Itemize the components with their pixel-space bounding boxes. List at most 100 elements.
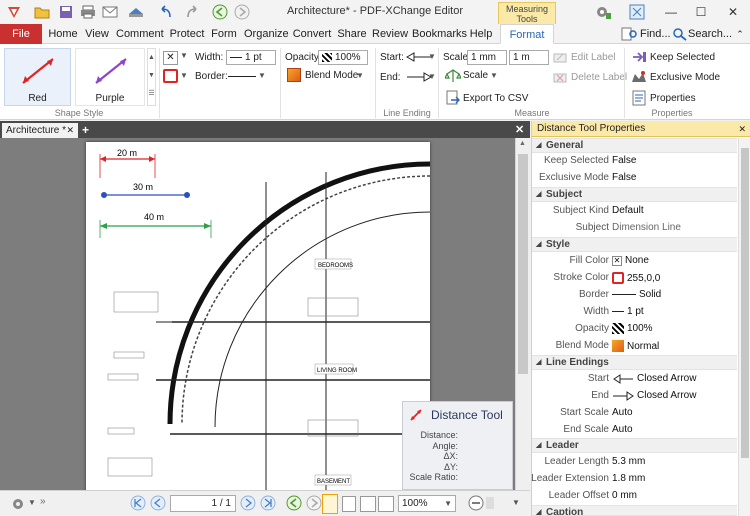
settings-icon[interactable] (594, 4, 612, 23)
close-tab-icon[interactable]: ✕ (66, 123, 74, 138)
prop-row-border[interactable]: Border Solid (532, 287, 737, 304)
prop-row-start[interactable]: Start Closed Arrow (532, 371, 737, 388)
status-expand-icon[interactable]: » (40, 496, 46, 507)
status-settings-icon[interactable] (10, 496, 26, 515)
last-page-icon[interactable] (260, 495, 276, 514)
properties-button[interactable]: Properties (650, 93, 696, 104)
opacity-combo[interactable]: 100% (318, 50, 368, 65)
document-tab[interactable]: Architecture * ✕ (2, 123, 78, 138)
zoom-slider[interactable] (486, 497, 494, 509)
tab-comment[interactable]: Comment (116, 24, 164, 44)
style-red-swatch[interactable]: Red (4, 48, 71, 106)
exclusive-mode-button[interactable]: Exclusive Mode (650, 72, 720, 83)
zoom-combo[interactable]: 100% ▼ (398, 495, 456, 512)
blend-dropdown-icon[interactable]: ▼ (356, 71, 364, 80)
maximize-button[interactable]: ☐ (686, 0, 716, 24)
scale-to-combo[interactable]: 1 m (509, 50, 549, 65)
end-dropdown-icon[interactable]: ▼ (428, 72, 436, 81)
prop-row-blend-mode[interactable]: Blend Mode Normal (532, 338, 737, 355)
zoom-out-icon[interactable] (468, 495, 484, 514)
pdf-page[interactable]: 20 m 30 m 40 m BEDROOMS LIVING ROOM BASE… (86, 142, 431, 490)
tab-review[interactable]: Review (372, 24, 408, 44)
tab-home[interactable]: Home (48, 24, 78, 44)
section-leader[interactable]: ◢ Leader (532, 438, 737, 453)
blend-mode-button[interactable]: Blend Mode (305, 70, 358, 81)
export-csv-button[interactable]: Export To CSV (463, 93, 528, 104)
fullscreen-icon[interactable] (629, 4, 645, 23)
tab-help[interactable]: Help (468, 24, 494, 44)
tab-format[interactable]: Format (500, 24, 554, 44)
stroke-color-icon[interactable] (163, 69, 178, 83)
forward-view-icon[interactable] (306, 495, 322, 514)
ribbon-collapse-icon[interactable]: ⌃ (734, 24, 746, 44)
previous-page-icon[interactable] (150, 495, 166, 514)
keep-selected-button[interactable]: Keep Selected (650, 52, 715, 63)
tab-bookmarks[interactable]: Bookmarks (412, 24, 467, 44)
section-line-endings[interactable]: ◢ Line Endings (532, 355, 737, 370)
border-dropdown-icon[interactable]: ▼ (258, 71, 266, 80)
edit-label-button[interactable]: Edit Label (571, 52, 615, 63)
tab-form[interactable]: Form (210, 24, 238, 44)
tab-view[interactable]: View (84, 24, 110, 44)
close-window-button[interactable]: ✕ (718, 0, 748, 24)
prop-row-opacity[interactable]: Opacity 100% (532, 321, 737, 338)
section-caption[interactable]: ◢ Caption (532, 505, 737, 516)
scale-dropdown-icon[interactable]: ▼ (490, 71, 498, 80)
width-combo[interactable]: 1 pt (226, 50, 276, 65)
close-document-icon[interactable]: ✕ (515, 123, 524, 136)
prop-row-start-scale[interactable]: Start Scale Auto (532, 405, 737, 422)
scroll-thumb[interactable] (518, 154, 528, 374)
prop-row-keep-selected[interactable]: Keep Selected False (532, 153, 737, 170)
prop-row-leader-offset[interactable]: Leader Offset 0 mm (532, 488, 737, 505)
zoom-dropdown-icon[interactable]: ▼ (444, 496, 452, 511)
start-ending-label: Start: (380, 52, 404, 63)
tab-file[interactable]: File (0, 24, 42, 44)
style-purple-swatch[interactable]: Purple (75, 48, 145, 106)
document-vertical-scrollbar[interactable]: ▲ (515, 138, 530, 490)
prop-row-leader-length[interactable]: Leader Length 5.3 mm (532, 454, 737, 471)
prop-row-exclusive-mode[interactable]: Exclusive Mode False (532, 170, 737, 187)
status-settings-dropdown-icon[interactable]: ▼ (28, 498, 36, 507)
prop-row-fill-color[interactable]: Fill Color ✕ None (532, 253, 737, 270)
first-page-icon[interactable] (130, 495, 146, 514)
facing-view-icon[interactable] (360, 496, 376, 512)
section-general[interactable]: ◢ General (532, 138, 737, 153)
scroll-up-icon[interactable]: ▲ (519, 140, 526, 147)
tab-convert[interactable]: Convert (292, 24, 332, 44)
scale-button[interactable]: Scale (463, 70, 488, 81)
fill-dropdown-icon[interactable]: ▼ (180, 51, 188, 60)
continuous-facing-view-icon[interactable] (378, 496, 394, 512)
delete-label-button[interactable]: Delete Label (571, 72, 627, 83)
minimize-button[interactable]: — (656, 0, 686, 24)
new-tab-icon[interactable]: + (82, 123, 89, 137)
gallery-scroll[interactable]: ▲ ▼ ☰ (147, 48, 156, 106)
start-dropdown-icon[interactable]: ▼ (428, 52, 436, 61)
page-number-field[interactable]: 1 / 1 (170, 495, 236, 512)
prop-row-end[interactable]: End Closed Arrow (532, 388, 737, 405)
fill-none-icon[interactable]: ✕ (163, 51, 178, 65)
zoom-expand-icon[interactable]: ▼ (512, 498, 520, 507)
back-view-icon[interactable] (286, 495, 302, 514)
stroke-dropdown-icon[interactable]: ▼ (180, 71, 188, 80)
prop-row-width[interactable]: Width 1 pt (532, 304, 737, 321)
find-button[interactable]: Find... (640, 24, 671, 44)
prop-row-leader-extension[interactable]: Leader Extension 1.8 mm (531, 471, 737, 488)
search-button[interactable]: Search... (688, 24, 732, 44)
scale-from-combo[interactable]: 1 mm (467, 50, 507, 65)
properties-scroll-thumb[interactable] (741, 148, 749, 458)
prop-row-subject[interactable]: Subject Dimension Line (532, 220, 737, 237)
continuous-view-icon[interactable] (342, 496, 356, 512)
tab-share[interactable]: Share (336, 24, 368, 44)
next-page-icon[interactable] (240, 495, 256, 514)
tab-organize[interactable]: Organize (244, 24, 289, 44)
prop-row-stroke-color[interactable]: Stroke Color 255,0,0 (532, 270, 737, 287)
border-style-line[interactable] (228, 76, 256, 77)
section-subject[interactable]: ◢ Subject (532, 187, 737, 202)
section-style[interactable]: ◢ Style (532, 237, 737, 252)
prop-row-end-scale[interactable]: End Scale Auto (532, 422, 737, 439)
close-pane-icon[interactable]: ✕ (738, 121, 746, 137)
prop-row-subject-kind[interactable]: Subject Kind Default (532, 203, 737, 220)
tab-protect[interactable]: Protect (168, 24, 206, 44)
single-page-view-icon[interactable] (322, 494, 338, 514)
properties-scrollbar[interactable] (738, 138, 750, 516)
